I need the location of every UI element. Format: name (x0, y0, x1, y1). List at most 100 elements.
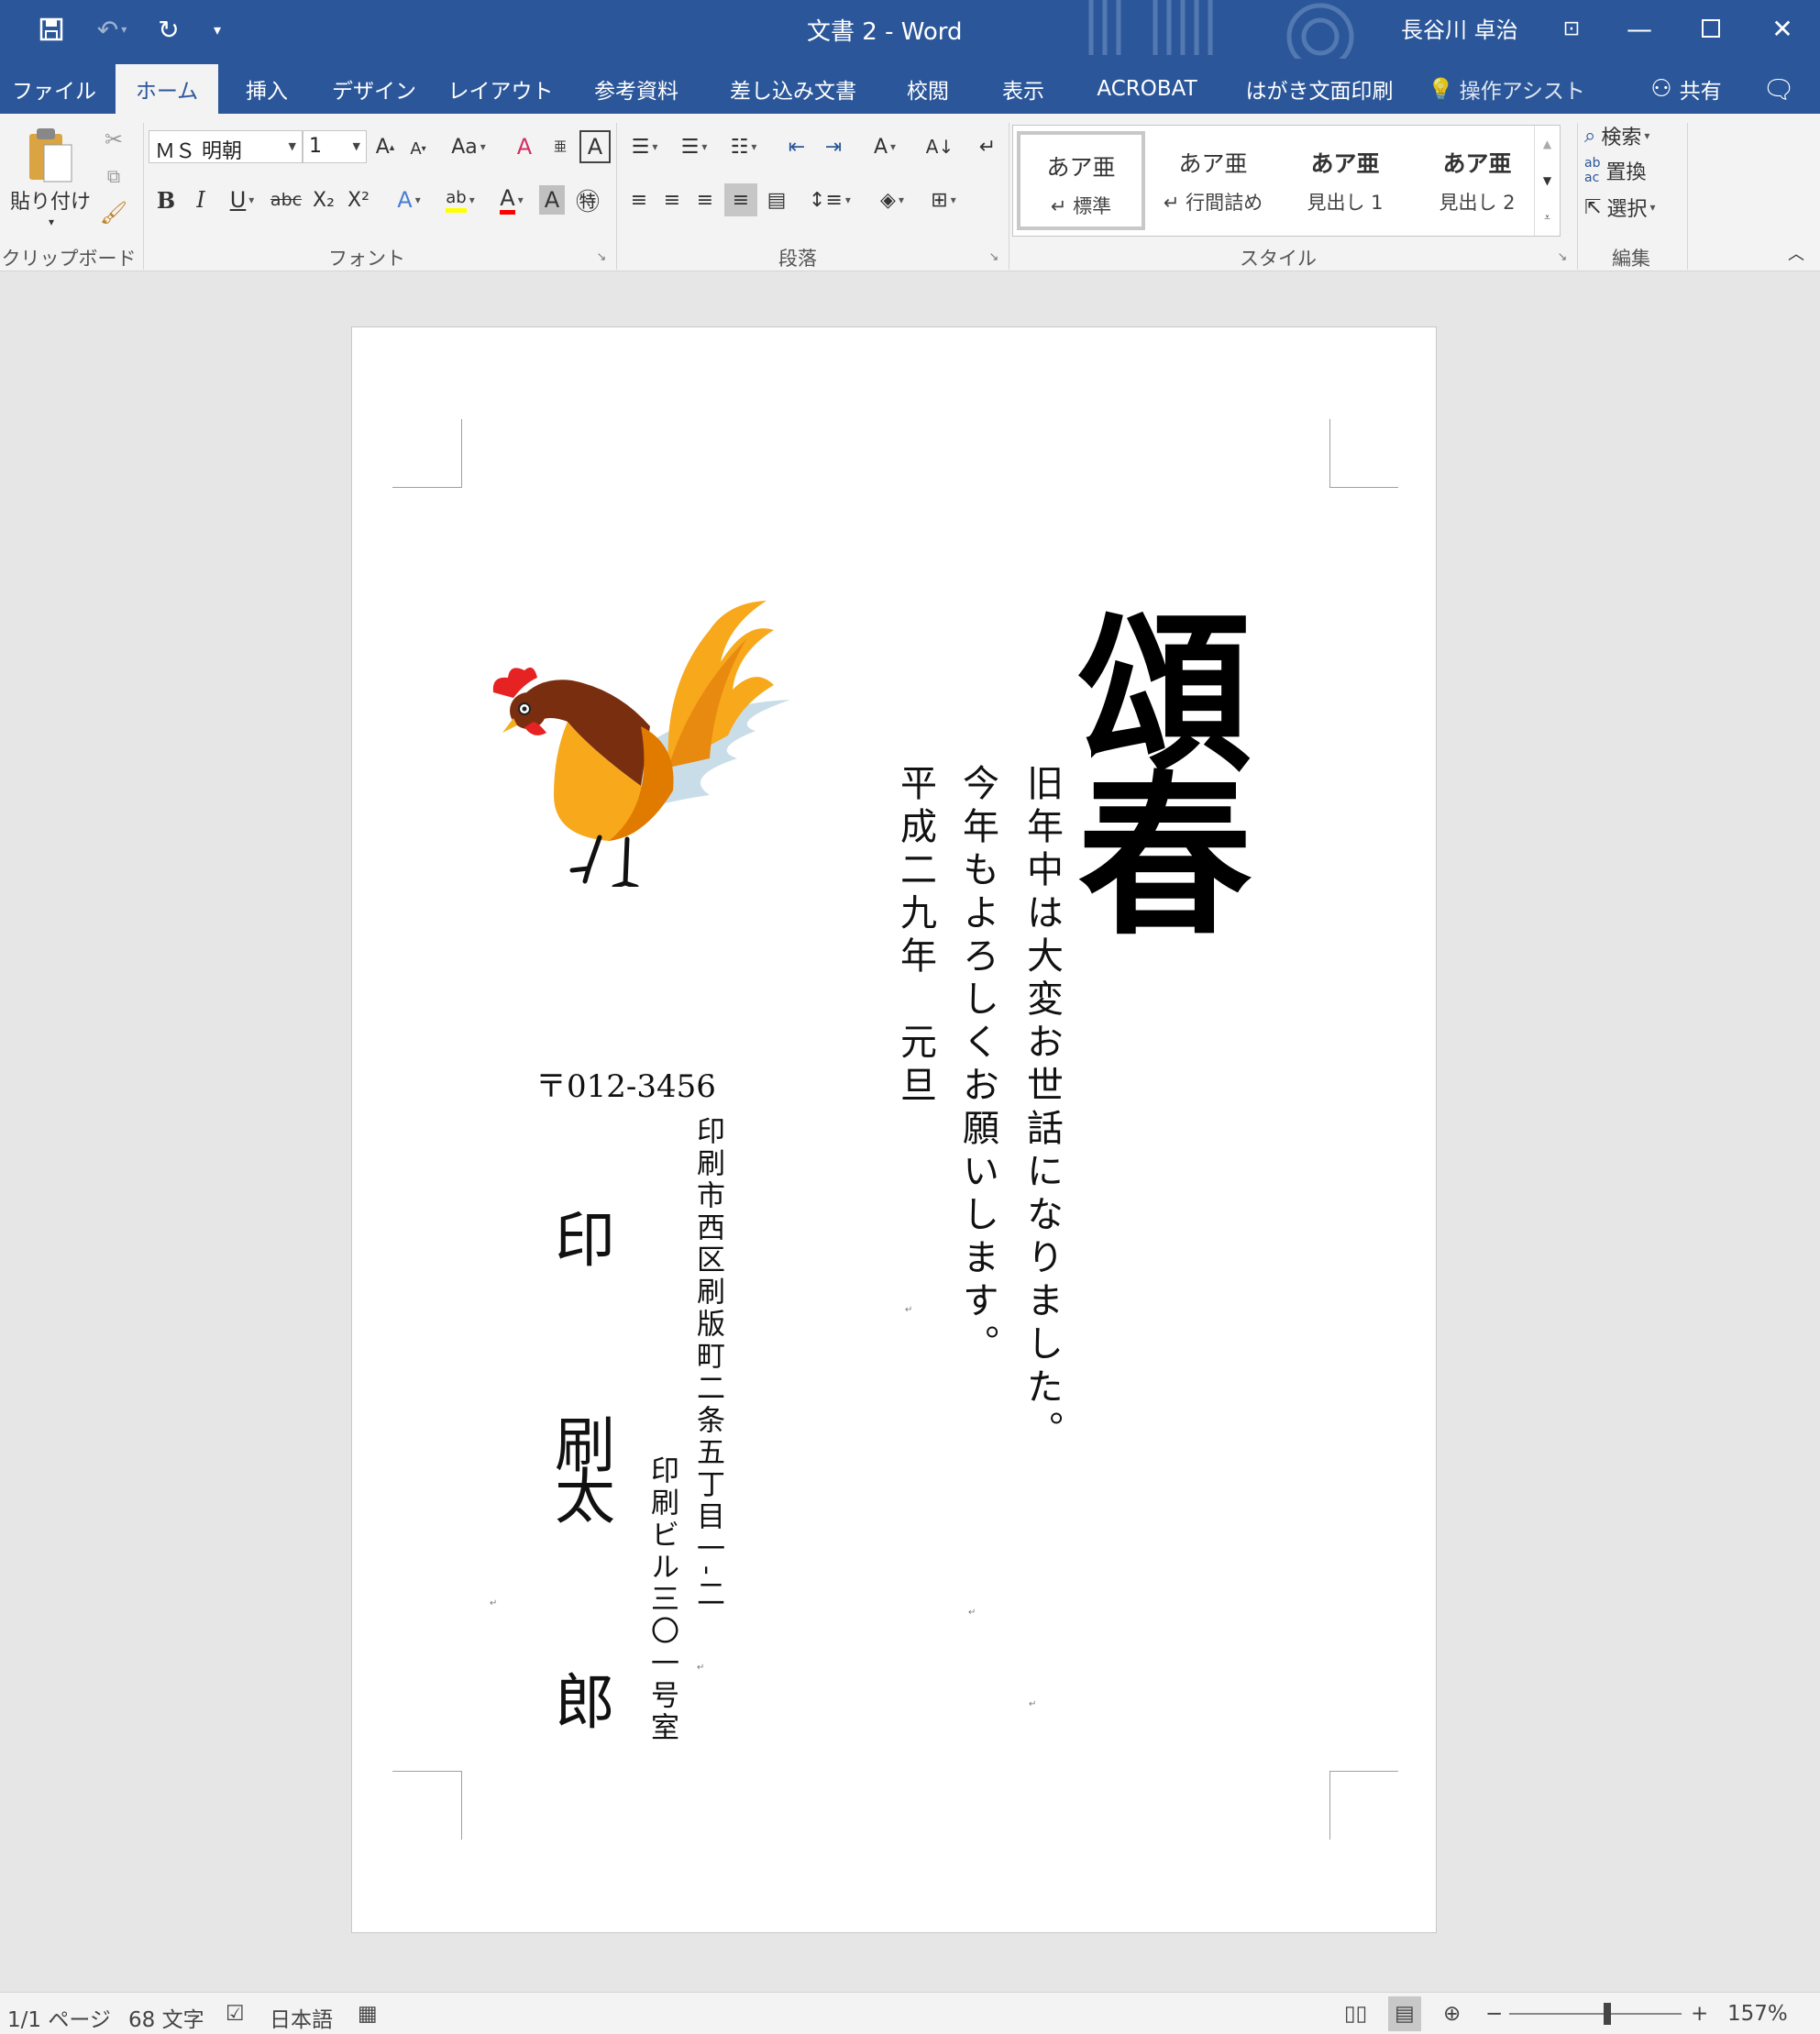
chevron-down-icon[interactable]: ▼ (289, 140, 296, 152)
tab-file[interactable]: ファイル (0, 64, 108, 114)
paragraph-dialog-launcher-icon[interactable]: ↘ (985, 248, 1003, 266)
collapse-ribbon-icon[interactable]: ︿ (1782, 240, 1810, 266)
font-dialog-launcher-icon[interactable]: ↘ (592, 248, 611, 266)
style-no-spacing[interactable]: あア亜 ↵ 行間詰め (1149, 131, 1277, 230)
phonetic-guide-button[interactable]: 亜 (546, 130, 574, 163)
style-heading-2[interactable]: あア亜 見出し 2 (1413, 131, 1541, 230)
paste-icon[interactable] (15, 121, 84, 189)
subscript-button[interactable]: X₂ (308, 182, 339, 218)
tab-home[interactable]: ホーム (116, 64, 218, 114)
change-case-button[interactable]: Aa ▾ (444, 130, 493, 163)
style-heading-1[interactable]: あア亜 見出し 1 (1281, 131, 1409, 230)
chevron-down-icon[interactable]: ▼ (353, 140, 360, 152)
sort-icon[interactable]: A↓ (924, 130, 955, 163)
page-count[interactable]: 1/1 ページ (7, 2002, 111, 2033)
zoom-slider[interactable] (1509, 2003, 1682, 2025)
styles-scroll-down-icon[interactable]: ▼ (1534, 162, 1560, 199)
text-effects-icon[interactable]: A ▾ (387, 182, 431, 218)
comments-icon[interactable]: 🗨 (1751, 64, 1806, 114)
shading-icon[interactable]: ◈ ▾ (867, 183, 917, 216)
asian-layout-icon[interactable]: A ▾ (862, 130, 908, 163)
font-color-button[interactable]: A ▾ (486, 182, 537, 218)
show-marks-icon[interactable]: ↵ (972, 130, 1003, 163)
style-normal[interactable]: あア亜 ↵ 標準 (1017, 131, 1145, 230)
italic-button[interactable]: I (187, 182, 215, 218)
clear-formatting-icon[interactable]: A (508, 130, 541, 163)
zoom-level[interactable]: 157% (1727, 2002, 1788, 2026)
postal-code[interactable]: 〒012-3456 (535, 1061, 716, 1106)
tab-layout[interactable]: レイアウト (444, 64, 557, 114)
address-line-2[interactable]: 印刷ビル三〇一号室 (645, 1455, 678, 1744)
save-icon[interactable] (31, 9, 72, 50)
print-layout-icon[interactable]: ▤ (1388, 1996, 1421, 2031)
paste-dropdown-icon[interactable]: ▾ (42, 213, 61, 231)
greeting-line-2[interactable]: 今年もよろしくお願いします。 (955, 764, 999, 1367)
new-year-calligraphy[interactable]: 頌春 (1048, 602, 1252, 925)
shrink-font-icon[interactable]: A ▾ (403, 132, 433, 165)
font-size-box[interactable]: 1 ▼ (303, 130, 367, 163)
address-line-1[interactable]: 印刷市西区刷版町二条五丁目一‐二 (691, 1116, 724, 1610)
ribbon-display-options-icon[interactable]: ⊡ (1548, 7, 1595, 50)
date-line[interactable]: 平成二九年 元旦 (893, 764, 937, 1109)
tell-me-box[interactable]: 💡 操作アシスト (1425, 64, 1588, 114)
minimize-button[interactable]: — (1616, 7, 1663, 50)
line-spacing-icon[interactable]: ↕≡ ▾ (805, 183, 855, 216)
align-right-icon[interactable]: ≡ (689, 183, 721, 216)
zoom-out-icon[interactable]: − (1485, 2002, 1503, 2026)
sender-given-name[interactable]: 太 郎 (543, 1465, 616, 1773)
web-layout-icon[interactable]: ⊕ (1443, 2002, 1461, 2026)
user-name[interactable]: 長谷川 卓治 (1401, 12, 1518, 44)
replace-button[interactable]: ab ac 置換 (1584, 156, 1685, 185)
language-indicator[interactable]: 日本語 (270, 2002, 333, 2033)
zoom-slider-thumb[interactable] (1604, 2003, 1612, 2025)
tab-postcard-print[interactable]: はがき文面印刷 (1238, 64, 1401, 114)
char-shading-button[interactable]: A (539, 185, 565, 215)
bullets-icon[interactable]: ☰ ▾ (623, 130, 666, 163)
find-button[interactable]: ⌕ 検索 ▾ (1584, 121, 1685, 150)
decrease-indent-icon[interactable]: ⇤ (781, 130, 812, 163)
document-page[interactable]: 頌春 旧年中は大変お世話になりました。 今年もよろしくお願いします。 平成二九年… (351, 326, 1437, 1933)
justify-icon[interactable]: ≡ (724, 183, 757, 216)
customize-qat-icon[interactable]: ▾ (204, 9, 231, 50)
enclose-char-button[interactable]: ㊕ (572, 182, 603, 218)
highlight-color-button[interactable]: ab ▾ (435, 182, 486, 218)
font-name-box[interactable]: ＭＳ 明朝 ▼ (149, 130, 303, 163)
tab-view[interactable]: 表示 (985, 64, 1062, 114)
superscript-button[interactable]: X² (343, 182, 374, 218)
distributed-icon[interactable]: ▤ (761, 183, 792, 216)
greeting-line-1[interactable]: 旧年中は大変お世話になりました。 (1020, 764, 1064, 1454)
strikethrough-button[interactable]: abc (268, 182, 304, 218)
grow-font-icon[interactable]: A ▴ (370, 130, 400, 163)
tab-acrobat[interactable]: ACROBAT (1082, 64, 1212, 114)
styles-more-icon[interactable]: ⩡ (1534, 199, 1560, 236)
copy-icon[interactable]: ⧉ (97, 161, 130, 191)
underline-button[interactable]: U ▾ (222, 182, 262, 218)
tab-insert[interactable]: 挿入 (227, 64, 306, 114)
tab-references[interactable]: 参考資料 (574, 64, 699, 114)
format-painter-icon[interactable]: 🖌 (97, 198, 130, 227)
redo-icon[interactable]: ↻ (149, 9, 189, 50)
zoom-in-icon[interactable]: + (1691, 2002, 1708, 2026)
rooster-illustration[interactable] (480, 575, 838, 887)
tab-design[interactable]: デザイン (319, 64, 429, 114)
char-border-button[interactable]: A (579, 130, 611, 163)
read-mode-icon[interactable]: ▯▯ (1344, 2002, 1367, 2026)
proofing-icon[interactable]: ☑ (226, 2002, 245, 2026)
macro-icon[interactable]: ▦ (358, 2002, 378, 2026)
undo-icon[interactable]: ↶ ▾ (84, 9, 139, 50)
word-count[interactable]: 68 文字 (128, 2002, 204, 2033)
styles-scroll-up-icon[interactable]: ▲ (1534, 126, 1560, 162)
share-button[interactable]: ⚇ 共有 (1636, 64, 1737, 114)
borders-icon[interactable]: ⊞ ▾ (919, 183, 968, 216)
align-left-icon[interactable]: ≡ (623, 183, 655, 216)
align-center-icon[interactable]: ≡ (656, 183, 688, 216)
cut-icon[interactable]: ✂ (97, 125, 130, 154)
bold-button[interactable]: B (152, 182, 180, 218)
multilevel-list-icon[interactable]: ☷ ▾ (722, 130, 765, 163)
styles-dialog-launcher-icon[interactable]: ↘ (1553, 248, 1572, 266)
numbering-icon[interactable]: ☰ ▾ (673, 130, 715, 163)
tab-mailings[interactable]: 差し込み文書 (715, 64, 871, 114)
select-button[interactable]: ⇱ 選択 ▾ (1584, 193, 1685, 222)
increase-indent-icon[interactable]: ⇥ (818, 130, 849, 163)
close-button[interactable]: ✕ (1759, 7, 1806, 50)
